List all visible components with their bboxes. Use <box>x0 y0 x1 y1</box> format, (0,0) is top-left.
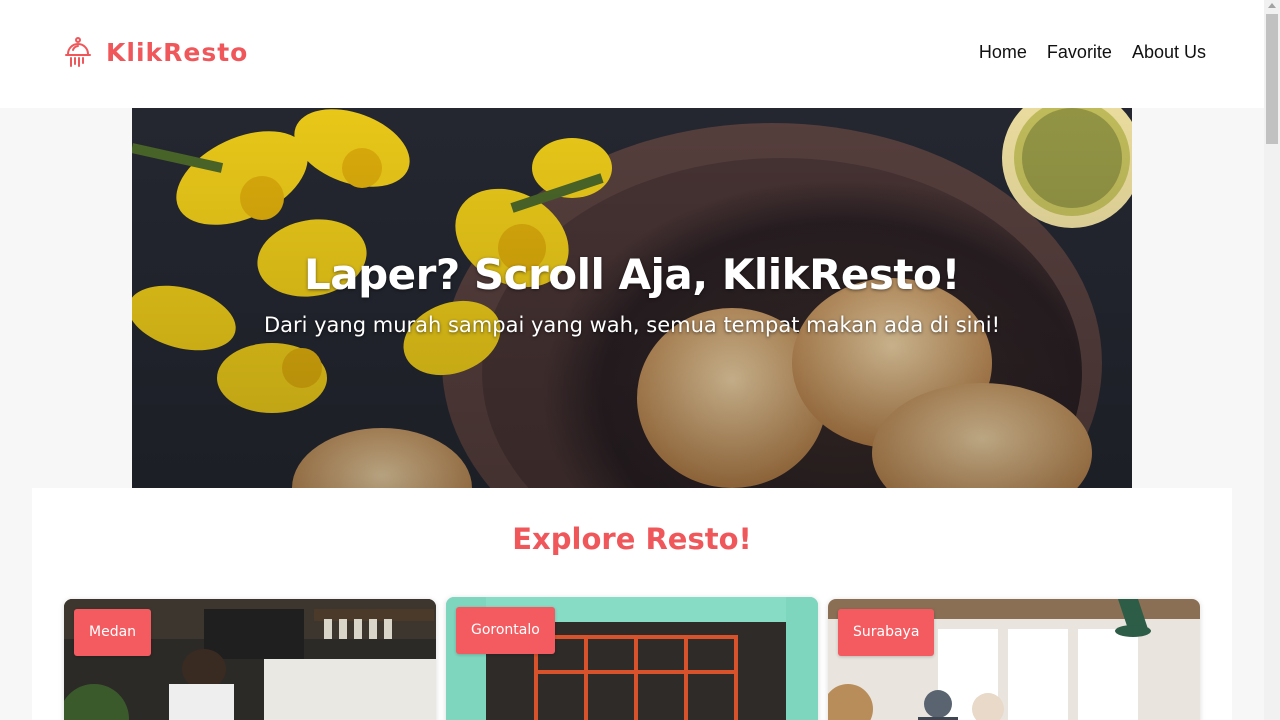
restaurant-dome-icon <box>65 37 91 67</box>
restaurant-card[interactable]: Medan <box>64 599 436 720</box>
section-title: Explore Resto! <box>512 522 752 556</box>
brand-logo-link[interactable]: KlikResto <box>64 36 248 68</box>
restaurant-card[interactable]: Surabaya <box>828 599 1200 720</box>
hero-title: Laper? Scroll Aja, KlikResto! <box>304 250 960 299</box>
city-badge: Surabaya <box>838 609 935 656</box>
main-nav: Home Favorite About Us <box>979 42 1206 63</box>
main-content: Explore Resto! Medan Gorontalo Surabaya <box>32 488 1232 720</box>
nav-home[interactable]: Home <box>979 42 1027 63</box>
scroll-up-arrow-icon[interactable] <box>1268 3 1276 8</box>
restaurant-card[interactable]: Gorontalo <box>446 597 818 720</box>
site-header: KlikResto Home Favorite About Us <box>0 0 1264 108</box>
nav-about-us[interactable]: About Us <box>1132 42 1206 63</box>
scroll-thumb[interactable] <box>1266 14 1278 144</box>
nav-favorite[interactable]: Favorite <box>1047 42 1112 63</box>
page-scrollbar[interactable] <box>1264 0 1280 720</box>
city-badge: Medan <box>74 609 152 656</box>
hero-banner: Laper? Scroll Aja, KlikResto! Dari yang … <box>132 108 1132 488</box>
city-badge: Gorontalo <box>456 607 555 654</box>
hero-subtitle: Dari yang murah sampai yang wah, semua t… <box>263 313 1001 337</box>
hero-text: Laper? Scroll Aja, KlikResto! Dari yang … <box>132 250 1132 337</box>
brand-name: KlikResto <box>106 37 249 67</box>
